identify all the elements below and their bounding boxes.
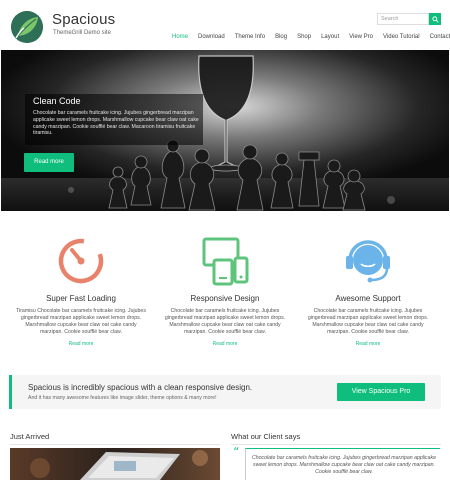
feature-awesome-support: Awesome Support Chocolate bar caramels f…	[301, 236, 435, 347]
site-header: Spacious ThemeGrill Demo site Search Hom…	[0, 0, 450, 48]
just-arrived-laptop-photo[interactable]	[10, 448, 220, 480]
feature-description: Chocolate bar caramels fruitcake icing. …	[307, 308, 429, 335]
headset-support-icon	[343, 236, 393, 286]
feature-title: Awesome Support	[335, 294, 401, 303]
feature-super-fast-loading: Super Fast Loading Tiramisu Chocolate ba…	[14, 236, 148, 347]
hero-title: Clean Code	[33, 96, 81, 106]
hero-description: Chocolate bar caramels fruitcake icing. …	[33, 110, 199, 137]
site-title[interactable]: Spacious	[52, 11, 115, 28]
quote-icon: “	[233, 445, 240, 459]
nav-item-blog[interactable]: Blog	[275, 33, 287, 41]
nav-item-shop[interactable]: Shop	[297, 33, 311, 41]
search-button[interactable]	[429, 13, 441, 25]
speedometer-icon	[56, 236, 106, 286]
search-input[interactable]: Search	[377, 13, 429, 25]
main-navigation: Home Download Theme Info Blog Shop Layou…	[172, 33, 450, 41]
cta-title: Spacious is incredibly spacious with a c…	[28, 383, 253, 392]
feature-read-more-link[interactable]: Read more	[158, 341, 292, 347]
section-divider	[10, 444, 220, 445]
hero-slider: Clean Code Chocolate bar caramels fruitc…	[1, 50, 449, 211]
responsive-devices-icon	[200, 236, 250, 286]
client-testimonials-heading: What our Client says	[231, 432, 301, 441]
nav-item-download[interactable]: Download	[198, 33, 225, 41]
call-to-action-banner: Spacious is incredibly spacious with a c…	[9, 375, 441, 409]
section-divider	[231, 444, 441, 445]
nav-item-video-tutorial[interactable]: Video Tutorial	[383, 33, 420, 41]
nav-item-theme-info[interactable]: Theme Info	[235, 33, 265, 41]
site-logo-leaf-icon[interactable]	[11, 11, 43, 43]
nav-item-view-pro[interactable]: View Pro	[349, 33, 373, 41]
feature-title: Responsive Design	[190, 294, 260, 303]
search-icon	[431, 15, 439, 23]
just-arrived-heading: Just Arrived	[10, 432, 50, 441]
site-tagline: ThemeGrill Demo site	[53, 30, 112, 36]
feature-responsive-design: Responsive Design Chocolate bar caramels…	[158, 236, 292, 347]
nav-item-home[interactable]: Home	[172, 33, 188, 41]
feature-title: Super Fast Loading	[46, 294, 116, 303]
nav-item-layout[interactable]: Layout	[321, 33, 339, 41]
view-spacious-pro-button[interactable]: View Spacious Pro	[337, 383, 425, 401]
hero-read-more-button[interactable]: Read more	[24, 153, 74, 172]
cta-subtitle: And it has many awesome features like im…	[28, 395, 217, 401]
feature-read-more-link[interactable]: Read more	[14, 341, 148, 347]
feature-description: Tiramisu Chocolate bar caramels fruitcak…	[16, 308, 146, 335]
nav-item-contact-us[interactable]: Contact Us	[430, 33, 450, 41]
feature-read-more-link[interactable]: Read more	[301, 341, 435, 347]
feature-description: Chocolate bar caramels fruitcake icing. …	[164, 308, 286, 335]
testimonial-text: Chocolate bar caramels fruitcake icing. …	[252, 455, 436, 475]
